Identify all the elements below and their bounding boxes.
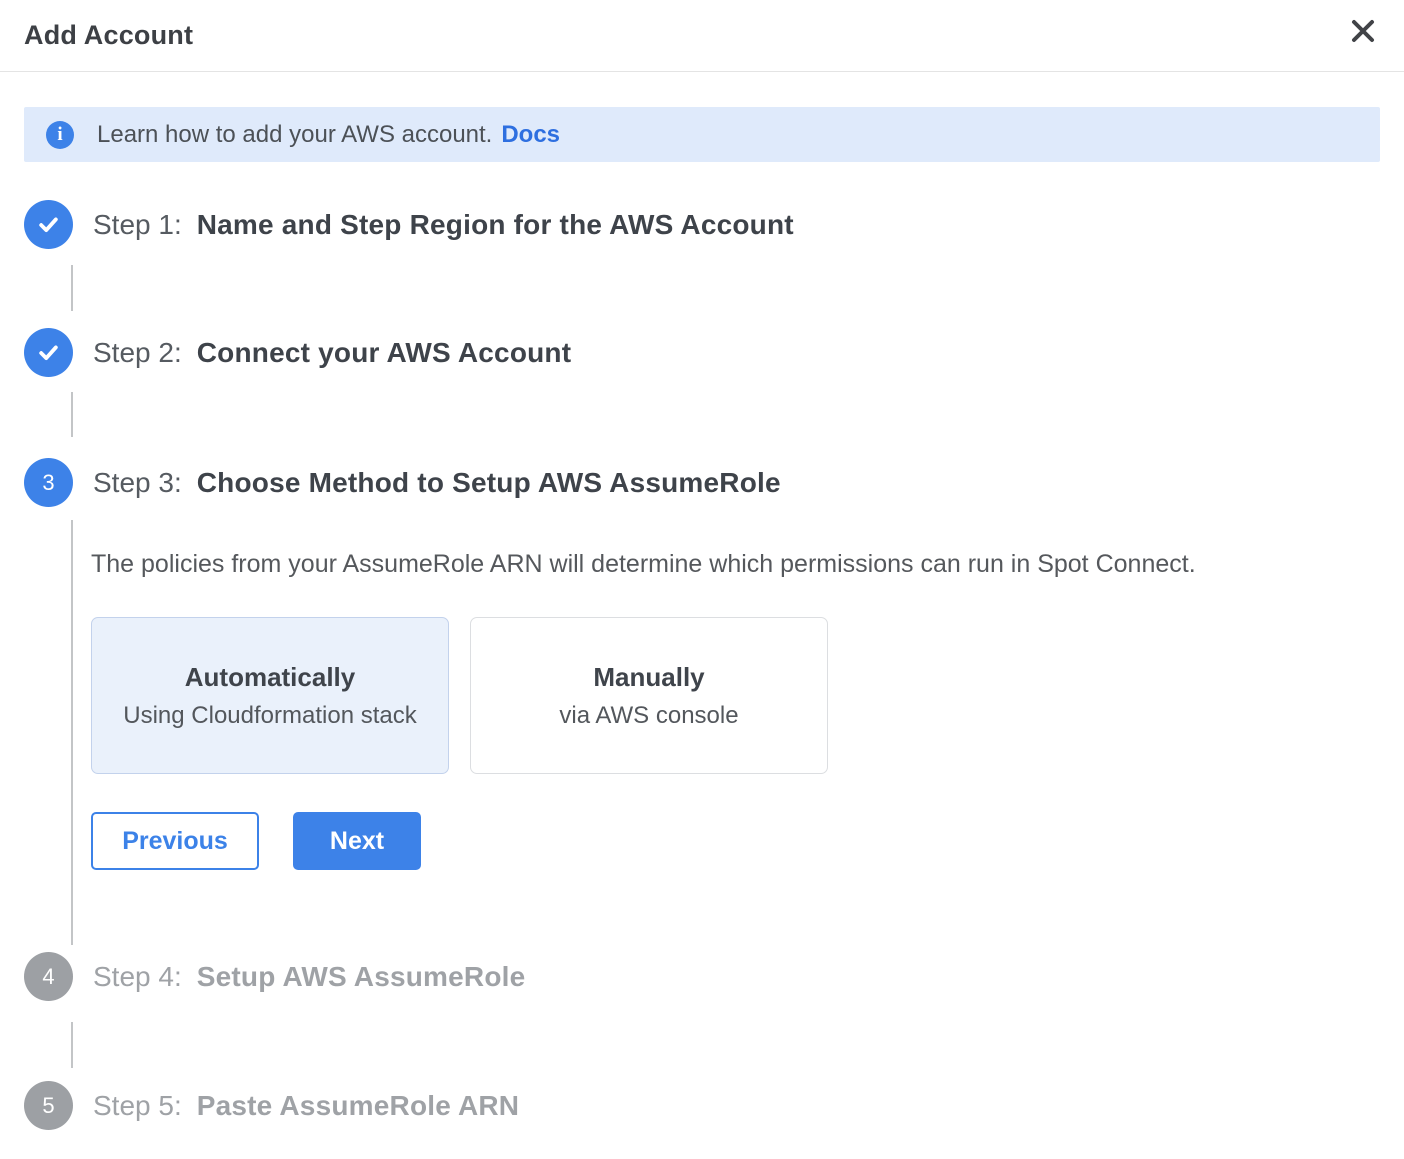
step-1-indicator bbox=[24, 200, 73, 249]
option-card-automatically[interactable]: Automatically Using Cloudformation stack bbox=[91, 617, 449, 774]
step-row-3: 3 Step 3: Choose Method to Setup AWS Ass… bbox=[24, 458, 1380, 507]
modal-content: i Learn how to add your AWS account. Doc… bbox=[0, 107, 1404, 1130]
step-label: Step 2: bbox=[93, 337, 182, 369]
step-title: Choose Method to Setup AWS AssumeRole bbox=[197, 467, 781, 499]
setup-method-options: Automatically Using Cloudformation stack… bbox=[91, 617, 1380, 774]
option-subtitle: via AWS console bbox=[559, 702, 738, 730]
step-title: Setup AWS AssumeRole bbox=[197, 961, 526, 993]
previous-button[interactable]: Previous bbox=[91, 812, 259, 870]
step-row-5: 5 Step 5: Paste AssumeRole ARN bbox=[24, 1081, 1380, 1130]
step-3-body: The policies from your AssumeRole ARN wi… bbox=[91, 550, 1380, 870]
step-label: Step 4: bbox=[93, 961, 182, 993]
checkmark-icon bbox=[35, 339, 62, 366]
step-title: Name and Step Region for the AWS Account bbox=[197, 209, 794, 241]
step-4-heading: Step 4: Setup AWS AssumeRole bbox=[93, 961, 525, 993]
option-title: Automatically bbox=[185, 662, 356, 693]
step-row-2: Step 2: Connect your AWS Account bbox=[24, 328, 1380, 377]
step-3-heading: Step 3: Choose Method to Setup AWS Assum… bbox=[93, 467, 781, 499]
next-button[interactable]: Next bbox=[293, 812, 421, 870]
step-title: Paste AssumeRole ARN bbox=[197, 1090, 519, 1122]
info-icon: i bbox=[46, 121, 74, 149]
step-connector bbox=[71, 1022, 73, 1068]
step-row-1: Step 1: Name and Step Region for the AWS… bbox=[24, 200, 1380, 249]
step-2-indicator bbox=[24, 328, 73, 377]
wizard-buttons: Previous Next bbox=[91, 812, 1380, 870]
option-subtitle: Using Cloudformation stack bbox=[123, 702, 416, 730]
step-3-description: The policies from your AssumeRole ARN wi… bbox=[91, 550, 1380, 579]
docs-link[interactable]: Docs bbox=[501, 121, 560, 149]
checkmark-icon bbox=[35, 211, 62, 238]
step-connector bbox=[71, 520, 73, 945]
step-5-indicator: 5 bbox=[24, 1081, 73, 1130]
option-card-manually[interactable]: Manually via AWS console bbox=[470, 617, 828, 774]
step-row-4: 4 Step 4: Setup AWS AssumeRole bbox=[24, 952, 1380, 1001]
step-4-indicator: 4 bbox=[24, 952, 73, 1001]
close-icon bbox=[1349, 17, 1377, 48]
step-3-indicator: 3 bbox=[24, 458, 73, 507]
step-connector bbox=[71, 392, 73, 437]
step-label: Step 5: bbox=[93, 1090, 182, 1122]
step-connector bbox=[71, 265, 73, 311]
modal-header: Add Account bbox=[0, 0, 1404, 72]
steps-wizard: Step 1: Name and Step Region for the AWS… bbox=[24, 200, 1380, 1130]
step-title: Connect your AWS Account bbox=[197, 337, 572, 369]
step-1-heading: Step 1: Name and Step Region for the AWS… bbox=[93, 209, 794, 241]
step-2-heading: Step 2: Connect your AWS Account bbox=[93, 337, 571, 369]
close-button[interactable] bbox=[1346, 16, 1380, 50]
banner-text: Learn how to add your AWS account. bbox=[97, 121, 492, 149]
page-title: Add Account bbox=[24, 20, 193, 51]
step-5-heading: Step 5: Paste AssumeRole ARN bbox=[93, 1090, 519, 1122]
step-label: Step 3: bbox=[93, 467, 182, 499]
option-title: Manually bbox=[593, 662, 704, 693]
info-banner: i Learn how to add your AWS account. Doc… bbox=[24, 107, 1380, 162]
step-label: Step 1: bbox=[93, 209, 182, 241]
